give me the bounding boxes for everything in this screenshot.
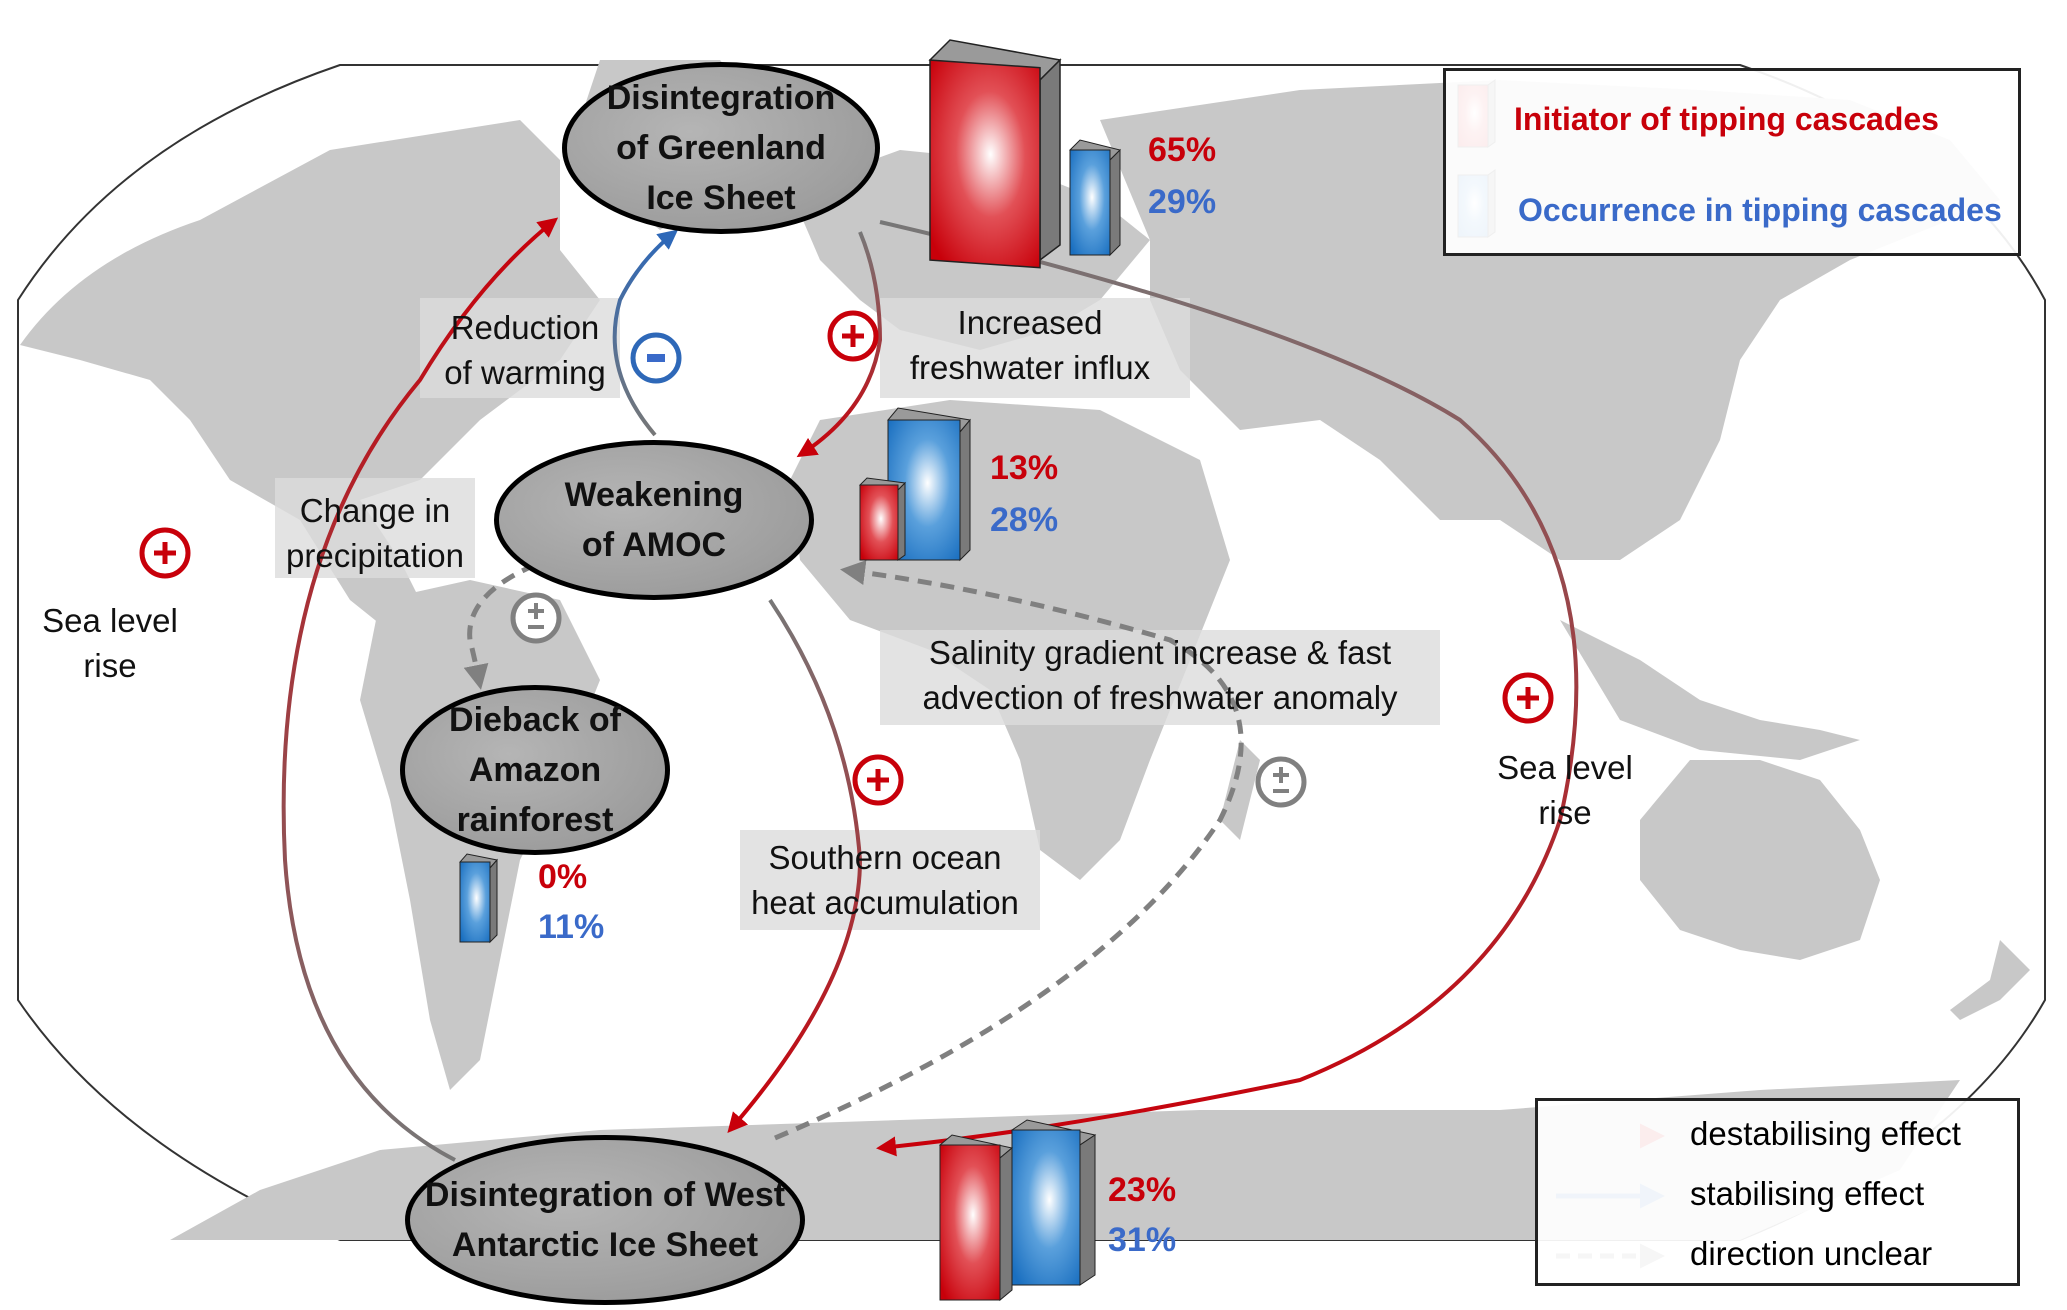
new-zealand <box>1950 940 2030 1020</box>
pct-occurrence-wais: 31% <box>1108 1221 1177 1259</box>
plus-minus-sign-icon <box>510 592 562 644</box>
label-reduction-of-warming: Reduction of warming <box>444 309 606 391</box>
pct-initiator-greenland: 65% <box>1148 131 1217 169</box>
arrow-legend: destabilising effect stabilising effect … <box>1535 1098 2020 1286</box>
domino-initiator-wais <box>938 1134 1014 1302</box>
label-sea-level-rise-left: Sea level rise <box>42 602 178 684</box>
label-freshwater-influx: Increased freshwater influx <box>909 304 1151 386</box>
node-greenland: Disintegration of Greenland Ice Sheet <box>562 62 880 234</box>
domino-occurrence-wais <box>1010 1119 1097 1286</box>
label-southern-ocean: Southern ocean heat accumulation <box>751 839 1019 921</box>
plus-sign-icon <box>1502 672 1554 724</box>
australia <box>1640 760 1880 960</box>
node-wais: Disintegration of West Antarctic Ice She… <box>405 1135 805 1305</box>
plus-sign-icon <box>139 527 191 579</box>
legend-destabilising-label: destabilising effect <box>1690 1115 1961 1152</box>
plus-minus-sign-icon <box>1255 756 1307 808</box>
domino-initiator-greenland <box>928 39 1062 269</box>
tipping-cascade-diagram: Disintegration of Greenland Ice Sheet We… <box>0 0 2067 1310</box>
minus-sign-icon <box>630 332 682 384</box>
node-amazon: Dieback of Amazon rainforest <box>400 685 670 855</box>
indonesia <box>1560 620 1860 760</box>
domino-legend: Initiator of tipping cascades Occurrence… <box>1443 68 2021 256</box>
legend-occurrence-label: Occurrence in tipping cascades <box>1518 192 2002 228</box>
legend-stabilising-label: stabilising effect <box>1690 1175 1925 1212</box>
domino-occurrence-greenland <box>1069 139 1121 257</box>
pct-initiator-wais: 23% <box>1108 1171 1177 1209</box>
pct-occurrence-greenland: 29% <box>1148 183 1217 221</box>
domino-initiator-amoc <box>858 477 907 561</box>
pct-occurrence-amoc: 28% <box>990 501 1059 539</box>
pct-initiator-amoc: 13% <box>990 449 1059 487</box>
domino-occurrence-amazon <box>459 853 498 944</box>
legend-unclear-label: direction unclear <box>1690 1235 1933 1272</box>
label-sea-level-rise-right: Sea level rise <box>1497 749 1633 831</box>
label-salinity-gradient: Salinity gradient increase & fast advect… <box>922 634 1398 716</box>
node-amoc: Weakening of AMOC <box>494 440 814 600</box>
legend-initiator-label: Initiator of tipping cascades <box>1514 101 1939 137</box>
pct-occurrence-amazon: 11% <box>538 908 605 946</box>
plus-sign-icon <box>852 754 904 806</box>
pct-initiator-amazon: 0% <box>538 858 588 896</box>
plus-sign-icon <box>827 310 879 362</box>
label-change-in-precipitation: Change in precipitation <box>286 492 464 574</box>
